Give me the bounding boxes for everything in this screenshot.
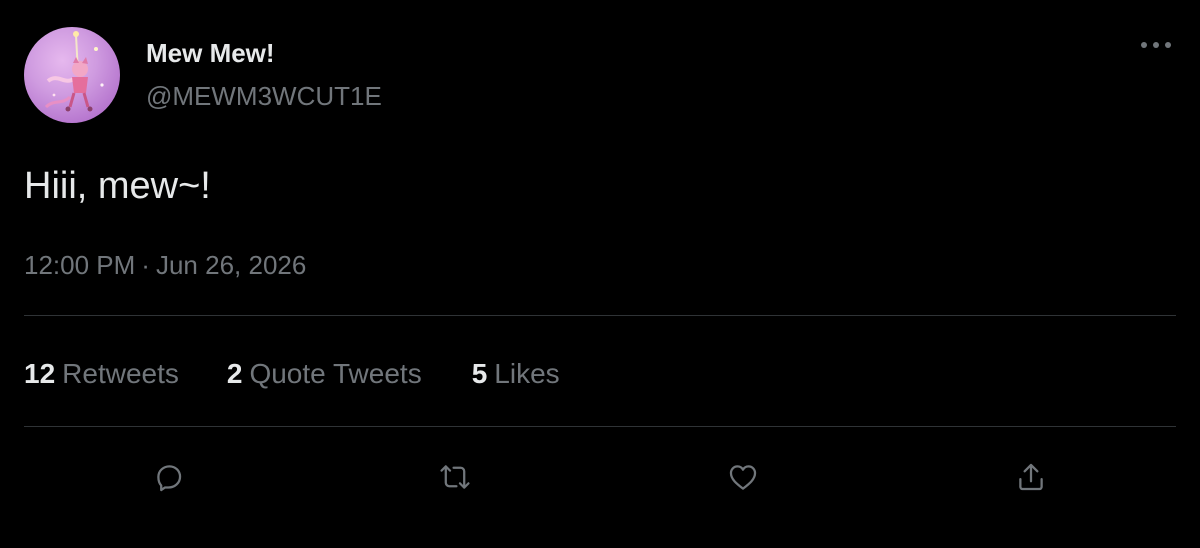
user-handle[interactable]: @MEWM3WCUT1E bbox=[146, 81, 382, 111]
tweet-detail: Mew Mew! @MEWM3WCUT1E Hiii, mew~! 12:00 … bbox=[0, 0, 1200, 548]
share-icon bbox=[1019, 463, 1043, 491]
quote-tweets-count: 2 bbox=[226, 358, 243, 389]
action-bar bbox=[0, 452, 1200, 502]
tweet-date: Jun 26, 2026 bbox=[155, 250, 307, 280]
quote-tweets-stat[interactable]: 2 Quote Tweets bbox=[227, 357, 422, 391]
more-options-button[interactable] bbox=[1133, 30, 1179, 60]
share-button[interactable] bbox=[1006, 452, 1056, 502]
more-horizontal-icon bbox=[1141, 42, 1171, 48]
avatar-image bbox=[44, 31, 104, 112]
like-icon bbox=[729, 465, 757, 490]
display-name[interactable]: Mew Mew! bbox=[146, 38, 275, 68]
divider bbox=[24, 426, 1176, 427]
retweet-icon bbox=[440, 465, 470, 489]
retweets-label: Retweets bbox=[62, 358, 179, 389]
tweet-text: Hiii, mew~! bbox=[24, 165, 211, 207]
tweet-time: 12:00 PM bbox=[24, 250, 136, 280]
retweets-stat[interactable]: 12 Retweets bbox=[24, 357, 179, 391]
quote-tweets-label: Quote Tweets bbox=[249, 358, 422, 389]
like-button[interactable] bbox=[718, 452, 768, 502]
avatar[interactable] bbox=[24, 27, 120, 123]
retweet-button[interactable] bbox=[430, 452, 480, 502]
likes-stat[interactable]: 5 Likes bbox=[472, 357, 560, 391]
reply-button[interactable] bbox=[144, 452, 194, 502]
engagement-stats: 12 Retweets 2 Quote Tweets 5 Likes bbox=[24, 357, 560, 391]
tweet-timestamp[interactable]: 12:00 PM · Jun 26, 2026 bbox=[24, 249, 306, 281]
likes-count: 5 bbox=[471, 358, 488, 389]
divider bbox=[24, 315, 1176, 316]
meta-separator: · bbox=[141, 250, 150, 280]
likes-label: Likes bbox=[494, 358, 560, 389]
retweets-count: 12 bbox=[24, 358, 56, 389]
reply-icon bbox=[157, 465, 182, 492]
